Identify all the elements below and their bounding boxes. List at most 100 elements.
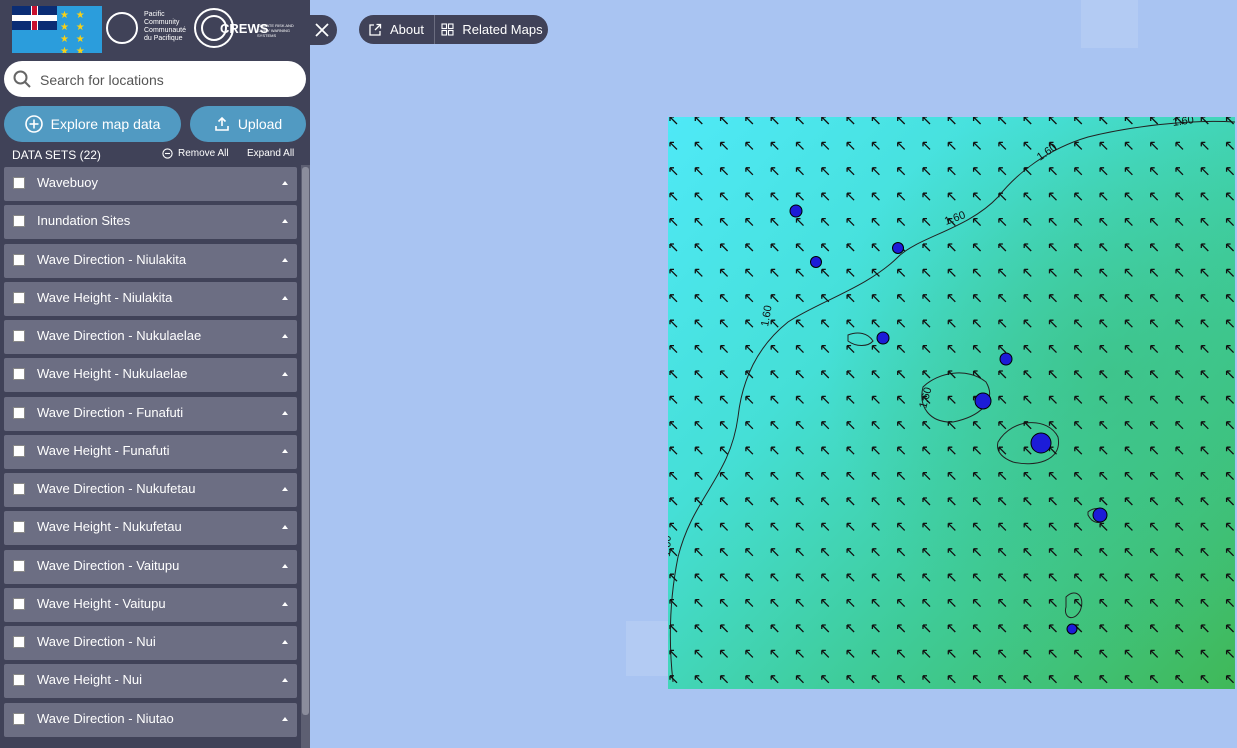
dataset-label: Wavebuoy xyxy=(37,175,98,190)
dataset-checkbox[interactable] xyxy=(13,406,25,419)
dataset-item[interactable]: Wave Height - Vaitupu xyxy=(4,587,297,622)
dataset-item[interactable]: Wave Direction - Funafuti xyxy=(4,396,297,431)
wave-height-map-layer[interactable]: 1.601.601.601.601.601.60 xyxy=(668,117,1235,689)
dataset-item[interactable]: Wave Direction - Nukufetau xyxy=(4,473,297,507)
collapse-caret-icon[interactable] xyxy=(282,563,288,568)
location-marker[interactable] xyxy=(876,331,890,345)
plus-circle-icon xyxy=(24,115,43,133)
pacific-community-logo: Pacific Community Communauté du Pacifiqu… xyxy=(106,8,190,52)
dataset-label: Wave Height - Nukufetau xyxy=(37,519,182,535)
dataset-item[interactable]: Wave Height - Niulakita xyxy=(4,281,297,316)
dataset-label: Wave Height - Nui xyxy=(37,672,142,688)
dataset-checkbox[interactable] xyxy=(13,368,25,381)
collapse-caret-icon[interactable] xyxy=(282,601,288,606)
location-marker[interactable] xyxy=(789,204,803,218)
search-box[interactable] xyxy=(4,61,306,97)
location-marker[interactable] xyxy=(810,256,822,268)
search-icon xyxy=(13,70,31,88)
dataset-item[interactable]: Wave Height - Nukufetau xyxy=(4,511,297,546)
dataset-checkbox[interactable] xyxy=(13,291,25,304)
dataset-label: Wave Direction - Vaitupu xyxy=(37,557,180,573)
dataset-label: Wave Height - Funafuti xyxy=(37,442,170,458)
close-icon xyxy=(315,23,329,37)
dataset-checkbox[interactable] xyxy=(13,559,25,572)
upload-label: Upload xyxy=(237,116,283,132)
dataset-checkbox[interactable] xyxy=(13,483,25,495)
dataset-item[interactable]: Wave Direction - Niulakita xyxy=(4,243,297,278)
dataset-checkbox[interactable] xyxy=(13,636,25,648)
collapse-caret-icon[interactable] xyxy=(282,334,288,338)
location-marker[interactable] xyxy=(1030,432,1052,454)
collapse-caret-icon[interactable] xyxy=(282,410,288,415)
collapse-caret-icon[interactable] xyxy=(282,487,288,491)
map-tile xyxy=(1081,0,1138,48)
collapse-caret-icon[interactable] xyxy=(282,219,288,224)
dataset-label: Wave Height - Nukulaelae xyxy=(37,366,188,382)
explore-map-data-button[interactable]: Explore map data xyxy=(4,106,181,142)
datasets-count: DATA SETS (22) xyxy=(12,148,101,162)
dataset-checkbox[interactable] xyxy=(13,253,25,266)
dataset-label: Wave Direction - Niulakita xyxy=(37,251,187,267)
location-marker[interactable] xyxy=(892,242,904,254)
collapse-caret-icon[interactable] xyxy=(282,295,288,300)
collapse-caret-icon[interactable] xyxy=(282,372,288,377)
related-maps-button[interactable]: Related Maps xyxy=(434,15,549,44)
dataset-checkbox[interactable] xyxy=(13,330,25,342)
header-logos: ★ ★ ★ ★ ★ ★ ★ ★ ★ Pacific Community Comm… xyxy=(0,0,310,60)
dataset-checkbox[interactable] xyxy=(13,597,25,610)
scrollbar-thumb[interactable] xyxy=(302,167,309,715)
minus-circle-icon xyxy=(162,148,173,159)
about-button[interactable]: About xyxy=(359,15,433,44)
location-marker[interactable] xyxy=(999,352,1013,366)
sidebar: ★ ★ ★ ★ ★ ★ ★ ★ ★ Pacific Community Comm… xyxy=(0,0,310,748)
remove-all-button[interactable]: Remove All xyxy=(162,148,229,159)
explore-label: Explore map data xyxy=(50,116,161,132)
dataset-label: Wave Height - Vaitupu xyxy=(37,595,166,611)
dataset-label: Wave Direction - Niutao xyxy=(37,710,174,726)
dataset-label: Wave Direction - Nukulaelae xyxy=(37,328,202,343)
dataset-checkbox[interactable] xyxy=(13,444,25,457)
map-controls: About Related Maps xyxy=(359,15,548,44)
dataset-item[interactable]: Wave Height - Nui xyxy=(4,664,297,699)
dataset-item[interactable]: Wavebuoy xyxy=(4,167,297,201)
location-marker[interactable] xyxy=(974,392,992,410)
upload-icon xyxy=(215,116,229,131)
dataset-item[interactable]: Wave Direction - Nui xyxy=(4,626,297,660)
dataset-item[interactable]: Wave Direction - Vaitupu xyxy=(4,549,297,584)
close-sidebar-button[interactable] xyxy=(307,15,337,45)
dataset-item[interactable]: Wave Direction - Niutao xyxy=(4,702,297,737)
collapse-caret-icon[interactable] xyxy=(282,525,288,530)
collapse-caret-icon[interactable] xyxy=(282,678,288,683)
dataset-checkbox[interactable] xyxy=(13,521,25,534)
upload-button[interactable]: Upload xyxy=(190,106,306,142)
dataset-item[interactable]: Wave Direction - Nukulaelae xyxy=(4,320,297,354)
external-link-icon xyxy=(369,23,382,36)
crews-logo: CREWS CLIMATE RISK AND EARLY WARNING SYS… xyxy=(194,6,298,54)
collapse-caret-icon[interactable] xyxy=(282,716,288,721)
dataset-checkbox[interactable] xyxy=(13,215,25,228)
dataset-label: Wave Direction - Nui xyxy=(37,634,156,649)
dataset-label: Inundation Sites xyxy=(37,213,131,229)
dataset-label: Wave Direction - Funafuti xyxy=(37,404,184,420)
map-tile xyxy=(626,621,668,676)
dataset-item[interactable]: Inundation Sites xyxy=(4,205,297,240)
dataset-label: Wave Direction - Nukufetau xyxy=(37,481,196,496)
dataset-label: Wave Height - Niulakita xyxy=(37,289,173,305)
expand-all-button[interactable]: Expand All xyxy=(247,148,294,159)
collapse-caret-icon[interactable] xyxy=(282,257,288,262)
search-input[interactable] xyxy=(38,69,292,91)
collapse-caret-icon[interactable] xyxy=(282,448,288,453)
sidebar-scrollbar[interactable] xyxy=(301,165,310,748)
dataset-item[interactable]: Wave Height - Funafuti xyxy=(4,434,297,469)
dataset-checkbox[interactable] xyxy=(13,674,25,687)
dataset-item[interactable]: Wave Height - Nukulaelae xyxy=(4,358,297,393)
dataset-checkbox[interactable] xyxy=(13,177,25,189)
tuvalu-flag-logo: ★ ★ ★ ★ ★ ★ ★ ★ ★ xyxy=(12,6,102,53)
dataset-checkbox[interactable] xyxy=(13,712,25,725)
collapse-caret-icon[interactable] xyxy=(282,181,288,185)
location-marker[interactable] xyxy=(1092,507,1108,523)
collapse-caret-icon[interactable] xyxy=(282,640,288,644)
datasets-header: DATA SETS (22) Remove All Expand All xyxy=(12,146,302,162)
location-marker[interactable] xyxy=(1066,623,1078,635)
contour-label: 1.60 xyxy=(668,535,674,557)
